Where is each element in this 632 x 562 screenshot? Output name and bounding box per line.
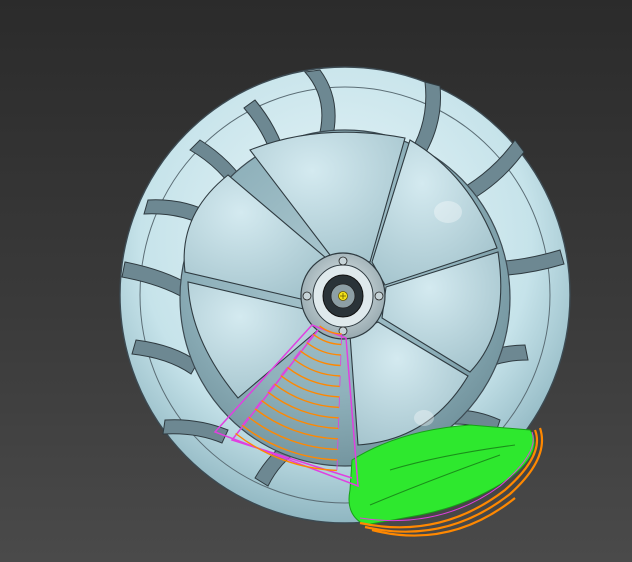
cad-3d-viewport[interactable]: [0, 0, 632, 562]
impeller-scene[interactable]: [0, 0, 632, 562]
hub-center-marker-icon: [338, 291, 348, 301]
